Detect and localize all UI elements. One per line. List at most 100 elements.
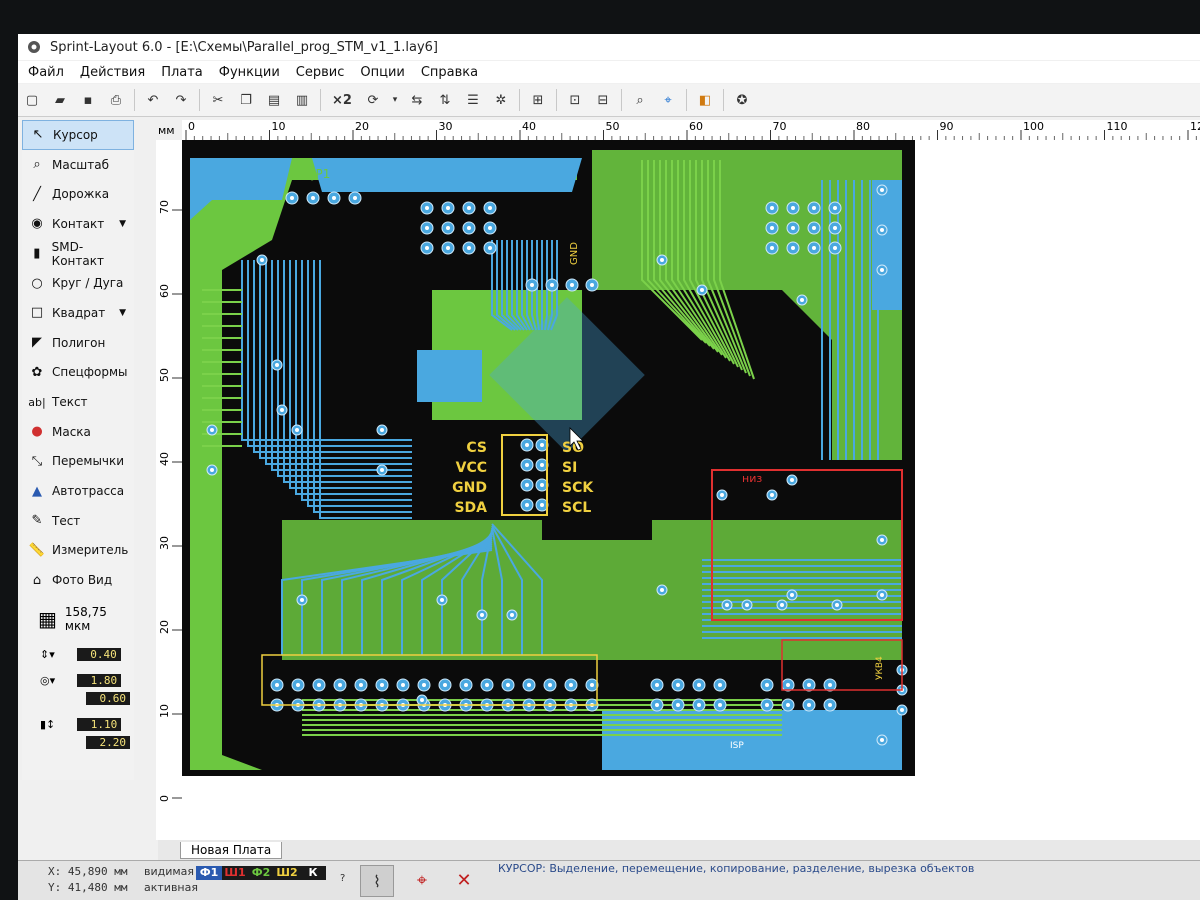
menu-file[interactable]: Файл [28, 65, 64, 80]
unlock-icon[interactable]: ⊟ [592, 89, 614, 111]
ratsnest-icon[interactable]: ✕ [448, 865, 480, 895]
layer-switch-icon[interactable]: ◧ [694, 89, 716, 111]
pad-hole [828, 703, 832, 707]
layer-k[interactable]: К [300, 866, 326, 880]
pad-hole [380, 683, 384, 687]
pad-hole [697, 703, 701, 707]
tool-smd-pad[interactable]: ▮ SMD-Контакт [22, 239, 134, 269]
duplicate-x2-button[interactable]: ×2 [328, 89, 356, 111]
tool-circle-arc[interactable]: ○ Круг / Дуга [22, 268, 134, 298]
tool-zoom[interactable]: ⌕ Масштаб [22, 150, 134, 180]
tab-new-board[interactable]: Новая Плата [180, 842, 283, 859]
ruler-top-label: 80 [856, 120, 870, 133]
align-icon[interactable]: ☰ [462, 89, 484, 111]
redo-icon[interactable]: ↷ [170, 89, 192, 111]
tool-polygon[interactable]: ◤ Полигон [22, 328, 134, 358]
menu-help[interactable]: Справка [421, 65, 478, 80]
component-icon[interactable]: ⊞ [527, 89, 549, 111]
new-file-icon[interactable]: ▢ [21, 89, 43, 111]
tool-jumpers[interactable]: ⤡ Перемычки [22, 447, 134, 477]
menu-board[interactable]: Плата [161, 65, 203, 80]
pad-hole [488, 206, 492, 210]
macro-icon[interactable]: ✪ [731, 89, 753, 111]
pad-hole [880, 538, 884, 542]
help-icon[interactable]: ? [340, 873, 345, 884]
tool-label: Дорожка [52, 187, 110, 202]
toolbar-separator [320, 89, 321, 111]
canvas-workspace[interactable]: CS VCC GND SDA SO SI SCK SCL низ JP1 GND… [182, 140, 1200, 840]
mirror-vertical-icon[interactable]: ⇅ [434, 89, 456, 111]
smd-width-row: ▮↕ 1.10 [22, 715, 134, 733]
pad-hole [425, 226, 429, 230]
layer-sh1[interactable]: Ш1 [222, 866, 248, 880]
tool-square[interactable]: □ Квадрат ▼ [22, 298, 134, 328]
save-icon[interactable]: ▪ [77, 89, 99, 111]
tool-measure[interactable]: 📏 Измеритель [22, 536, 134, 566]
rotate-icon[interactable]: ⟳ [362, 89, 384, 111]
pad-hole [425, 206, 429, 210]
paste-icon[interactable]: ▤ [263, 89, 285, 111]
group-icon[interactable]: ✲ [490, 89, 512, 111]
pad-hole [700, 288, 704, 292]
pcb-board[interactable]: CS VCC GND SDA SO SI SCK SCL низ JP1 GND… [182, 140, 915, 776]
smd-width-field[interactable]: 1.10 [77, 717, 122, 731]
pad-hole [295, 428, 299, 432]
tool-text[interactable]: ab| Текст [22, 387, 134, 417]
pad-hole [590, 683, 594, 687]
menu-options[interactable]: Опции [360, 65, 404, 80]
tool-pad[interactable]: ◉ Контакт ▼ [22, 209, 134, 239]
connection-mode-icon[interactable]: ⌇ [360, 865, 394, 897]
pad-hole [446, 246, 450, 250]
layer-f1[interactable]: Ф1 [196, 866, 222, 880]
tool-test[interactable]: ✎ Тест [22, 506, 134, 536]
zoom-fit-icon[interactable]: ⌖ [657, 89, 679, 111]
open-folder-icon[interactable]: ▰ [49, 89, 71, 111]
ruler-top-label: 90 [940, 120, 954, 133]
smd-height-field[interactable]: 2.20 [86, 735, 130, 749]
pad-hole [786, 703, 790, 707]
menu-service[interactable]: Сервис [296, 65, 345, 80]
layer-f2[interactable]: Ф2 [248, 866, 274, 880]
pad-hole [676, 683, 680, 687]
tool-mask[interactable]: ● Маска [22, 417, 134, 447]
label-scl: SCL [562, 500, 591, 516]
pad-hole [422, 683, 426, 687]
tool-track[interactable]: ╱ Дорожка [22, 179, 134, 209]
cut-icon[interactable]: ✂ [207, 89, 229, 111]
tool-photo-view[interactable]: ⌂ Фото Вид [22, 565, 134, 595]
tool-label: Тест [52, 513, 81, 528]
undo-icon[interactable]: ↶ [142, 89, 164, 111]
zoom-search-icon[interactable]: ⌕ [629, 89, 651, 111]
rotate-dropdown-icon[interactable]: ▾ [390, 89, 400, 111]
print-icon[interactable]: ⎙ [105, 89, 127, 111]
status-hint: КУРСОР: Выделение, перемещение, копирова… [498, 862, 975, 875]
layer-sh2[interactable]: Ш2 [274, 866, 300, 880]
delete-icon[interactable]: ▥ [291, 89, 313, 111]
tool-autoroute[interactable]: ▲ Автотрасса [22, 476, 134, 506]
text-icon: ab| [28, 395, 46, 409]
grid-setting[interactable]: ▦ 158,75 мкм [22, 605, 134, 633]
tool-special-forms[interactable]: ✿ Спецформы [22, 358, 134, 388]
track-icon: ╱ [33, 186, 41, 202]
lock-icon[interactable]: ⊡ [564, 89, 586, 111]
menu-functions[interactable]: Функции [219, 65, 280, 80]
silk-text-isp: ISP [730, 741, 744, 751]
app-logo-icon [28, 41, 40, 53]
pad-hole [807, 703, 811, 707]
coord-y: Y: 41,480 мм [48, 881, 128, 894]
cursor-arrow-icon: ↖ [32, 127, 44, 143]
track-width-field[interactable]: 0.40 [76, 647, 121, 661]
tool-label: Курсор [53, 127, 98, 142]
tool-cursor[interactable]: ↖ Курсор [22, 120, 134, 150]
copy-icon[interactable]: ❐ [235, 89, 257, 111]
crosshair-icon[interactable]: ⌖ [406, 865, 438, 895]
pad-hole [480, 613, 484, 617]
menu-actions[interactable]: Действия [80, 65, 145, 80]
pad-hole [525, 443, 529, 447]
chevron-down-icon[interactable]: ▼ [119, 219, 126, 229]
pad-inner-field[interactable]: 0.60 [86, 691, 130, 705]
chevron-down-icon[interactable]: ▼ [119, 308, 126, 318]
pad-outer-field[interactable]: 1.80 [77, 673, 122, 687]
pad-hole [275, 683, 279, 687]
mirror-horizontal-icon[interactable]: ⇆ [406, 89, 428, 111]
